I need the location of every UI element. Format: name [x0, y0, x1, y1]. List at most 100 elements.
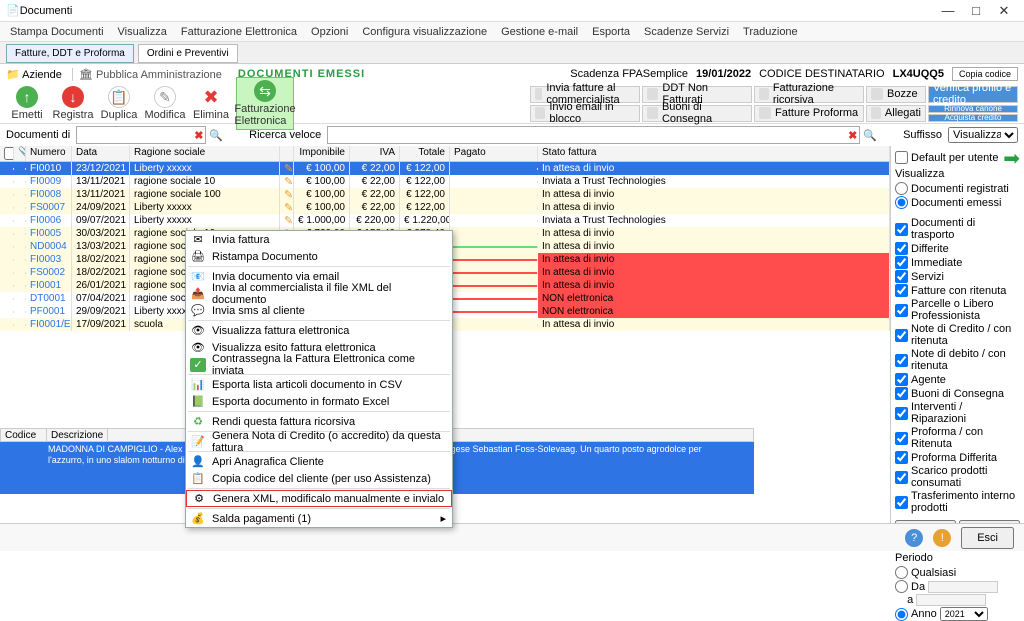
rbtn-invia-comm[interactable]: Invia fatture al commercialista	[530, 86, 640, 103]
ctx-anagrafica[interactable]: 👤Apri Anagrafica Cliente	[186, 453, 452, 470]
dest-label: CODICE DESTINATARIO	[759, 68, 885, 80]
select-all-checkbox[interactable]	[4, 147, 14, 160]
chk-parcelle[interactable]: Parcelle o Libero Professionista	[895, 298, 1020, 322]
ctx-notacredito[interactable]: 📝Genera Nota di Credito (o accredito) da…	[186, 433, 452, 450]
chk-proformadiff[interactable]: Proforma Differita	[895, 451, 1020, 464]
date-to[interactable]	[916, 594, 986, 606]
menu-visualizza[interactable]: Visualizza	[112, 24, 173, 40]
doc-di-input[interactable]	[76, 126, 206, 144]
rbtn-proforma[interactable]: Fatture Proforma	[754, 105, 864, 122]
search-doc-icon[interactable]: 🔍	[209, 129, 223, 142]
chk-agente[interactable]: Agente	[895, 373, 1020, 386]
menu-traduzione[interactable]: Traduzione	[737, 24, 804, 40]
table-row[interactable]: FI001023/12/2021Liberty xxxxx✎€ 100,00€ …	[0, 162, 890, 175]
ctx-ristampa[interactable]: 🖨Ristampa Documento	[186, 248, 452, 265]
scadenza-date: 19/01/2022	[696, 68, 751, 80]
ctx-xml-comm[interactable]: 📤Invia al commercialista il file XML del…	[186, 285, 452, 302]
clear-doc-icon[interactable]: ✖	[194, 129, 203, 142]
rad-registrati[interactable]: Documenti registrati	[895, 182, 1020, 195]
warning-icon[interactable]: !	[933, 529, 951, 547]
chk-notedebito[interactable]: Note di debito / con ritenuta	[895, 348, 1020, 372]
year-select[interactable]: 2021	[940, 607, 988, 621]
help-icon[interactable]: ?	[905, 529, 923, 547]
subtab-pa[interactable]: 🏛 Pubblica Amministrazione	[79, 68, 232, 81]
menu-stampa[interactable]: Stampa Documenti	[4, 24, 110, 40]
chk-notecredito[interactable]: Note di Credito / con ritenuta	[895, 323, 1020, 347]
menu-opzioni[interactable]: Opzioni	[305, 24, 354, 40]
chk-scarico[interactable]: Scarico prodotti consumati	[895, 465, 1020, 489]
date-from[interactable]	[928, 581, 998, 593]
ctx-genera-xml[interactable]: ⚙Genera XML, modificalo manualmente e in…	[186, 490, 452, 507]
minimize-button[interactable]: —	[934, 3, 962, 18]
lab-a: a	[895, 594, 1020, 606]
menubar: Stampa Documenti Visualizza Fatturazione…	[0, 22, 1024, 42]
ctx-excel[interactable]: 📗Esporta documento in formato Excel	[186, 393, 452, 410]
maximize-button[interactable]: □	[962, 3, 990, 18]
chk-ritenuta[interactable]: Fatture con ritenuta	[895, 284, 1020, 297]
tab-fatture[interactable]: Fatture, DDT e Proforma	[6, 44, 134, 63]
duplica-button[interactable]: 📋Duplica	[98, 86, 140, 121]
rbtn-ddt[interactable]: DDT Non Fatturati	[642, 86, 752, 103]
rad-da[interactable]: Da	[895, 580, 1020, 593]
chk-trasf[interactable]: Trasferimento interno prodotti	[895, 490, 1020, 514]
search-ric-icon[interactable]: 🔍	[863, 129, 877, 142]
chk-differite[interactable]: Differite	[895, 242, 1020, 255]
menu-fe[interactable]: Fatturazione Elettronica	[175, 24, 303, 40]
tab-ordini[interactable]: Ordini e Preventivi	[138, 44, 238, 63]
ctx-copiacodice[interactable]: 📋Copia codice del cliente (per uso Assis…	[186, 470, 452, 487]
subtab-aziende[interactable]: 📁 Aziende	[6, 68, 73, 81]
rbtn-acquista[interactable]: Acquista credito	[928, 114, 1018, 122]
menu-scadenze[interactable]: Scadenze Servizi	[638, 24, 735, 40]
ctx-vis-fe[interactable]: 👁Visualizza fattura elettronica	[186, 322, 452, 339]
context-menu: ✉Invia fattura 🖨Ristampa Documento 📧Invi…	[185, 230, 453, 528]
suffisso-select[interactable]: Visualizza	[948, 127, 1018, 143]
menu-config[interactable]: Configura visualizzazione	[356, 24, 493, 40]
rbtn-buoni[interactable]: Buoni di Consegna	[642, 105, 752, 122]
rbtn-email-blocco[interactable]: Invio email in blocco	[530, 105, 640, 122]
rbtn-bozze[interactable]: Bozze	[866, 86, 926, 103]
elimina-button[interactable]: ✖Elimina	[190, 86, 232, 121]
ctx-csv[interactable]: 📊Esporta lista articoli documento in CSV	[186, 376, 452, 393]
col-descrizione: Descrizione	[47, 429, 108, 441]
ctx-ricorsiva[interactable]: ♻Rendi questa fattura ricorsiva	[186, 413, 452, 430]
chk-servizi[interactable]: Servizi	[895, 270, 1020, 283]
menu-esporta[interactable]: Esporta	[586, 24, 636, 40]
esci-button[interactable]: Esci	[961, 527, 1014, 549]
chk-immediate[interactable]: Immediate	[895, 256, 1020, 269]
fe-button[interactable]: ⇆Fatturazione Elettronica	[236, 77, 294, 130]
registra-button[interactable]: ↓Registra	[52, 86, 94, 121]
chk-interventi[interactable]: Interventi / Riparazioni	[895, 401, 1020, 425]
col-codice: Codice	[1, 429, 47, 441]
menu-email[interactable]: Gestione e-mail	[495, 24, 584, 40]
ctx-sms[interactable]: 💬Invia sms al cliente	[186, 302, 452, 319]
table-row[interactable]: FI000609/07/2021Liberty xxxxx✎€ 1.000,00…	[0, 214, 890, 227]
window-title: Documenti	[20, 5, 73, 17]
chk-ddt[interactable]: Documenti di trasporto	[895, 217, 1020, 241]
rad-anno[interactable]: Anno 2021	[895, 607, 1020, 621]
side-panel: Default per utente Visualizza Documenti …	[891, 146, 1024, 524]
chk-proforma[interactable]: Proforma / con Ritenuta	[895, 426, 1020, 450]
chk-default-user[interactable]: Default per utente	[895, 151, 1020, 164]
table-row[interactable]: FI000813/11/2021ragione sociale 100✎€ 10…	[0, 188, 890, 201]
rad-emessi[interactable]: Documenti emessi	[895, 196, 1020, 209]
ctx-salda[interactable]: 💰Salda pagamenti (1)▸	[186, 510, 452, 527]
rbtn-verifica[interactable]: Verifica profilo e credito	[928, 86, 1018, 103]
chk-buoni[interactable]: Buoni di Consegna	[895, 387, 1020, 400]
table-row[interactable]: FI000913/11/2021ragione sociale 10✎€ 100…	[0, 175, 890, 188]
arrow-icon: ➡	[1003, 146, 1020, 171]
close-button[interactable]: ✕	[990, 3, 1018, 19]
rad-qualsiasi[interactable]: Qualsiasi	[895, 566, 1020, 579]
ctx-contrassegna[interactable]: ✓Contrassegna la Fattura Elettronica com…	[186, 356, 452, 373]
rbtn-rinnova[interactable]: Rinnova canone	[928, 105, 1018, 113]
rbtn-allegati[interactable]: Allegati	[866, 105, 926, 122]
copy-code-button[interactable]: Copia codice	[952, 67, 1018, 81]
table-row[interactable]: FS000724/09/2021Liberty xxxxx✎€ 100,00€ …	[0, 201, 890, 214]
doc-di-label: Documenti di	[6, 129, 70, 141]
rbtn-ricorsiva[interactable]: Fatturazione ricorsiva	[754, 86, 864, 103]
doc-icon: 📄	[6, 4, 20, 17]
emetti-button[interactable]: ↑Emetti	[6, 86, 48, 121]
clear-ric-icon[interactable]: ✖	[848, 129, 857, 142]
ricerca-input[interactable]	[327, 126, 860, 144]
ctx-invia-fattura[interactable]: ✉Invia fattura	[186, 231, 452, 248]
modifica-button[interactable]: ✎Modifica	[144, 86, 186, 121]
